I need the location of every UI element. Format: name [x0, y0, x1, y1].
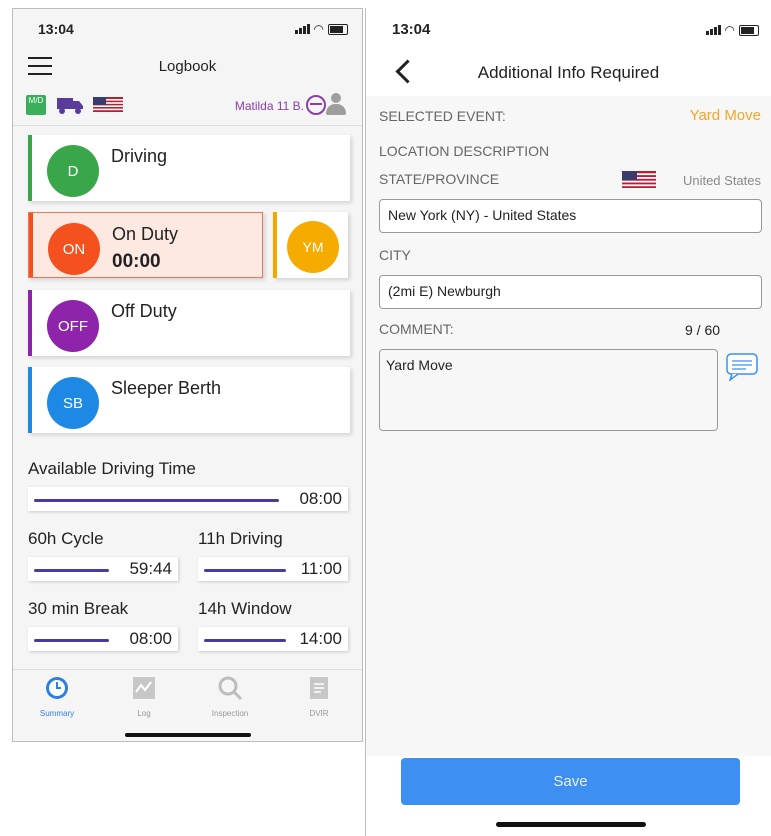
status-code: D: [47, 145, 99, 197]
clock-icon: [46, 677, 68, 699]
page-title: Logbook: [158, 58, 217, 75]
break-meter: 08:00: [28, 627, 178, 651]
status-label: Driving: [111, 146, 168, 166]
page-title: Additional Info Required: [477, 63, 660, 82]
status-time: 13:04: [38, 21, 74, 37]
meter-value: 59:44: [129, 559, 172, 578]
us-flag-icon[interactable]: [622, 171, 656, 188]
chat-bubble-icon[interactable]: [726, 353, 760, 381]
tab-dvir[interactable]: DVIR: [289, 676, 349, 718]
subheader: M/D Matilda 11 B.: [13, 91, 362, 126]
status-off-duty[interactable]: OFF Off Duty: [28, 290, 350, 356]
tab-label: Summary: [39, 709, 75, 718]
tab-label: Log: [137, 709, 151, 718]
selected-event-label: SELECTED EVENT:: [379, 108, 506, 124]
signal-icon: [705, 25, 721, 35]
status-label: On Duty: [112, 224, 179, 244]
available-driving-label: Available Driving Time: [28, 459, 196, 478]
tab-label: DVIR: [309, 709, 329, 718]
meter-label: 14h Window: [198, 599, 292, 618]
status-code: OFF: [47, 300, 99, 352]
window-meter: 14:00: [198, 627, 348, 651]
status-icons: ◠: [294, 22, 348, 36]
comment-field[interactable]: Yard Move: [379, 349, 718, 431]
md-badge-icon[interactable]: M/D: [26, 95, 46, 115]
meter-label: 11h Driving: [198, 529, 283, 548]
status-driving[interactable]: D Driving: [28, 135, 350, 201]
city-label: CITY: [379, 247, 411, 263]
home-indicator: [496, 822, 646, 827]
status-yard-move[interactable]: YM: [273, 212, 348, 278]
additional-info-screen: 13:04 ◠ Additional Info Required SELECTE…: [365, 8, 771, 836]
state-province-label: STATE/PROVINCE: [379, 171, 500, 187]
battery-icon: [328, 23, 348, 35]
co-driver-icon[interactable]: [325, 93, 347, 117]
status-code: ON: [48, 223, 100, 275]
tab-bar: Summary Log Inspection DVIR: [13, 669, 362, 741]
selected-event-value: Yard Move: [689, 107, 761, 124]
magnifier-icon: [218, 676, 243, 701]
driving-meter: 11:00: [198, 557, 348, 581]
status-on-duty[interactable]: ON On Duty 00:00: [28, 212, 263, 278]
cycle-meter: 59:44: [28, 557, 178, 581]
chart-icon: [133, 677, 155, 699]
user-name[interactable]: Matilda 11 B.: [235, 99, 304, 113]
tab-summary[interactable]: Summary: [27, 676, 87, 718]
status-label: Sleeper Berth: [111, 378, 222, 398]
status-label: Off Duty: [111, 301, 177, 321]
status-icons: ◠: [705, 23, 759, 37]
meter-value: 11:00: [300, 559, 342, 578]
comment-counter: 9 / 60: [685, 322, 721, 338]
home-indicator: [125, 733, 251, 737]
status-code: YM: [287, 221, 339, 273]
meter-value: 08:00: [299, 489, 342, 508]
save-button[interactable]: Save: [401, 758, 740, 805]
location-description-label: LOCATION DESCRIPTION: [379, 143, 550, 159]
meter-value: 14:00: [299, 629, 342, 648]
status-sleeper-berth[interactable]: SB Sleeper Berth: [28, 367, 350, 433]
tab-log[interactable]: Log: [114, 676, 174, 718]
meter-label: 30 min Break: [28, 599, 129, 618]
us-flag-icon[interactable]: [93, 97, 123, 112]
signal-icon: [294, 24, 310, 34]
meter-value: 08:00: [129, 629, 172, 648]
steering-wheel-icon[interactable]: [306, 95, 326, 115]
status-time-value: 00:00: [112, 251, 161, 272]
tab-inspection[interactable]: Inspection: [200, 676, 260, 718]
status-time: 13:04: [392, 21, 431, 38]
country-label[interactable]: United States: [683, 173, 761, 188]
tab-label: Inspection: [211, 709, 249, 718]
wifi-icon: ◠: [724, 23, 735, 37]
wifi-icon: ◠: [313, 22, 324, 36]
state-province-field[interactable]: New York (NY) - United States: [379, 199, 762, 233]
document-icon: [310, 677, 328, 699]
meter-label: 60h Cycle: [28, 529, 104, 548]
comment-label: COMMENT:: [379, 321, 454, 337]
status-code: SB: [47, 377, 99, 429]
battery-icon: [739, 24, 759, 36]
city-field[interactable]: (2mi E) Newburgh: [379, 275, 762, 309]
truck-icon[interactable]: [57, 96, 83, 114]
logbook-screen: 13:04 ◠ Logbook M/D Matilda 11 B. D Driv…: [12, 8, 363, 742]
available-driving-meter: 08:00: [28, 487, 348, 511]
